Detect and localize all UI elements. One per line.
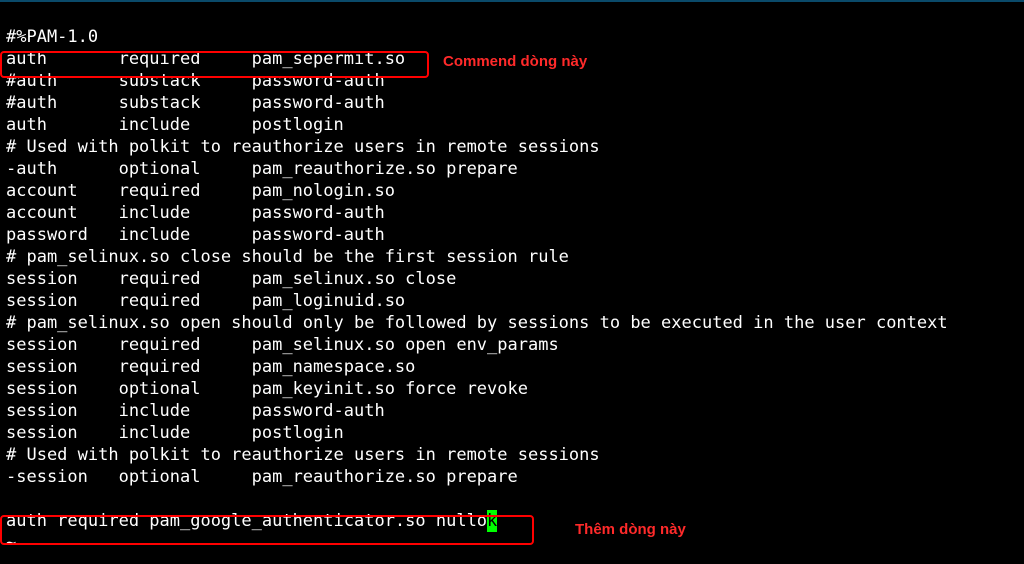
file-line: account required pam_nologin.so bbox=[6, 181, 395, 201]
file-line-comment: # pam_selinux.so close should be the fir… bbox=[6, 247, 569, 267]
file-line: session include password-auth bbox=[6, 401, 385, 421]
file-line: auth required pam_sepermit.so bbox=[6, 49, 405, 69]
file-line: session include postlogin bbox=[6, 423, 344, 443]
terminal-editor[interactable]: #%PAM-1.0 auth required pam_sepermit.so … bbox=[0, 0, 1024, 558]
file-line: #%PAM-1.0 bbox=[6, 27, 98, 47]
file-line: -auth optional pam_reauthorize.so prepar… bbox=[6, 159, 518, 179]
file-line: session required pam_loginuid.so bbox=[6, 291, 405, 311]
file-line-commented-highlight: #auth substack password-auth bbox=[6, 71, 385, 91]
file-line: #auth substack password-auth bbox=[6, 93, 385, 113]
file-line-comment: # Used with polkit to reauthorize users … bbox=[6, 137, 600, 157]
file-line: account include password-auth bbox=[6, 203, 385, 223]
text-cursor: k bbox=[487, 510, 497, 532]
file-line: auth include postlogin bbox=[6, 115, 344, 135]
file-line-comment: # pam_selinux.so open should only be fol… bbox=[6, 313, 948, 333]
file-line-added: auth required pam_google_authenticator.s… bbox=[6, 511, 497, 531]
file-line-tilde: ~ bbox=[6, 533, 16, 553]
annotation-label-add-line: Thêm dòng này bbox=[575, 521, 686, 538]
file-line: -session optional pam_reauthorize.so pre… bbox=[6, 467, 518, 487]
file-line: session required pam_namespace.so bbox=[6, 357, 415, 377]
file-line-comment: # Used with polkit to reauthorize users … bbox=[6, 445, 600, 465]
file-line: session required pam_selinux.so open env… bbox=[6, 335, 559, 355]
file-line: session optional pam_keyinit.so force re… bbox=[6, 379, 528, 399]
annotation-label-comment-line: Commend dòng này bbox=[443, 53, 587, 70]
file-line: password include password-auth bbox=[6, 225, 385, 245]
file-line: session required pam_selinux.so close bbox=[6, 269, 456, 289]
